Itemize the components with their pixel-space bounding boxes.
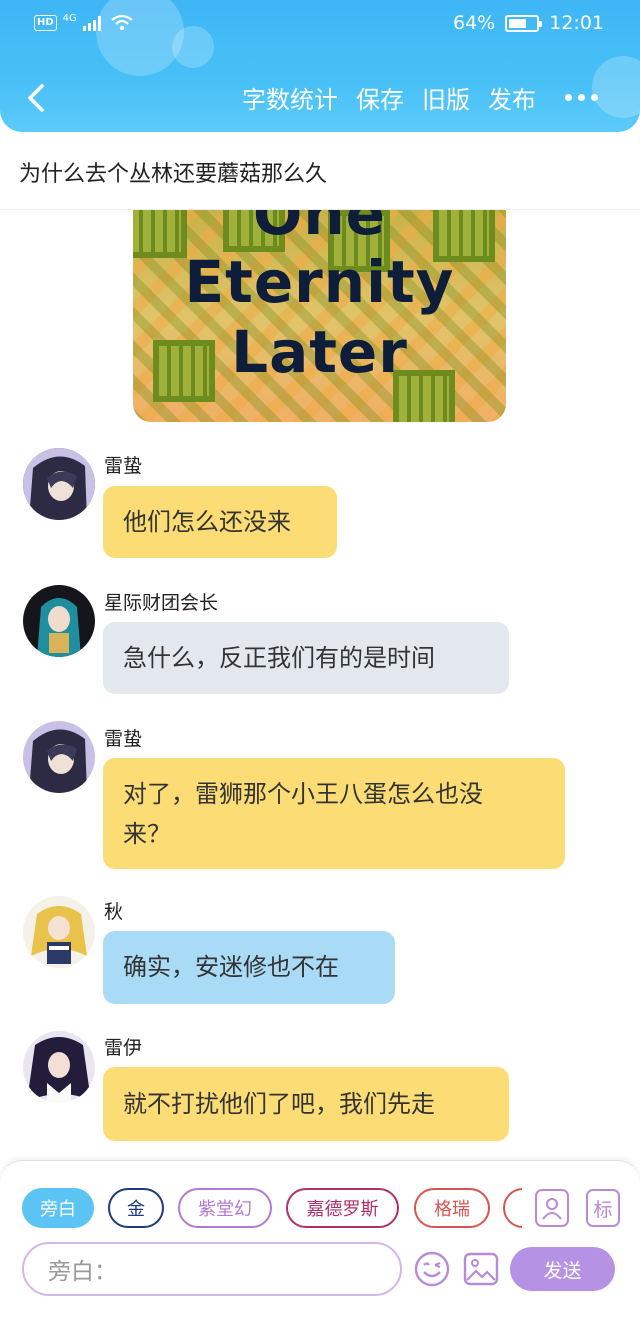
character-chip-partial[interactable] <box>503 1188 522 1228</box>
status-right: 64% 12:01 <box>453 12 604 34</box>
more-dots-icon[interactable] <box>565 94 598 101</box>
message-input[interactable]: 旁白： <box>22 1242 402 1296</box>
story-image[interactable]: One Eternity Later <box>133 210 506 422</box>
app-header: HD 4G 64% 12:01 字数统计 保存 旧版 发布 <box>0 0 640 132</box>
message-bubble[interactable]: 他们怎么还没来 <box>103 486 337 558</box>
image-caption-line: Eternity <box>184 248 455 316</box>
image-caption-line: Later <box>231 318 408 386</box>
clock: 12:01 <box>549 12 604 34</box>
composer-panel: 旁白 金 紫堂幻 嘉德罗斯 格瑞 标 旁白： 发送 <box>0 1160 640 1330</box>
avatar-black-haired-character <box>23 1031 95 1103</box>
story-title-row[interactable]: 为什么去个丛林还要蘑菇那么久 <box>0 132 640 210</box>
chip-label: 金 <box>127 1199 145 1220</box>
message-text: 就不打扰他们了吧，我们先走 <box>123 1090 435 1118</box>
chip-label: 紫堂幻 <box>198 1199 252 1220</box>
message-bubble[interactable]: 就不打扰他们了吧，我们先走 <box>103 1067 509 1141</box>
old-version-button[interactable]: 旧版 <box>422 80 470 115</box>
sender-name: 雷伊 <box>104 1037 143 1059</box>
image-icon[interactable] <box>463 1252 499 1286</box>
status-left: HD 4G <box>34 13 133 31</box>
word-count-button[interactable]: 字数统计 <box>242 80 338 115</box>
character-chip-jiadeluosi[interactable]: 嘉德罗斯 <box>286 1188 399 1228</box>
tag-label: 标 <box>593 1198 613 1221</box>
character-chip-gerui[interactable]: 格瑞 <box>414 1188 490 1228</box>
person-card-icon[interactable] <box>535 1189 569 1227</box>
battery-icon <box>505 14 543 32</box>
save-button[interactable]: 保存 <box>356 80 404 115</box>
avatar-blonde-character <box>23 896 95 968</box>
signal-label: 4G <box>62 13 77 24</box>
avatar[interactable] <box>23 896 95 968</box>
avatar[interactable] <box>23 1031 95 1103</box>
person-glyph <box>542 1198 562 1220</box>
message-bubble[interactable]: 急什么，反正我们有的是时间 <box>103 622 509 694</box>
nav-actions: 字数统计 保存 旧版 发布 <box>242 80 536 115</box>
signal-icon <box>82 15 101 31</box>
chip-label: 旁白 <box>40 1199 76 1220</box>
status-bar: HD 4G 64% 12:01 <box>0 0 640 50</box>
avatar[interactable] <box>23 448 95 520</box>
character-chip-jin[interactable]: 金 <box>108 1188 164 1228</box>
hd-badge: HD <box>34 14 57 31</box>
image-caption-line: One <box>253 210 386 248</box>
chip-label: 格瑞 <box>434 1199 470 1220</box>
sender-name: 雷蛰 <box>104 728 143 750</box>
avatar-dark-haired-character <box>23 721 95 793</box>
publish-button[interactable]: 发布 <box>488 80 536 115</box>
nav-bar: 字数统计 保存 旧版 发布 <box>0 70 640 126</box>
sender-name: 秋 <box>104 901 124 923</box>
character-chip-zitanghuan[interactable]: 紫堂幻 <box>178 1188 272 1228</box>
character-chip-row[interactable]: 旁白 金 紫堂幻 嘉德罗斯 格瑞 <box>22 1188 522 1230</box>
message-text-line: 对了，雷狮那个小王八蛋怎么也没 <box>123 780 483 808</box>
wifi-icon <box>111 14 133 31</box>
battery-percent: 64% <box>453 12 496 34</box>
avatar[interactable] <box>23 721 95 793</box>
send-button[interactable]: 发送 <box>510 1247 615 1291</box>
avatar-teal-haired-character <box>23 585 95 657</box>
message-text-line: 来？ <box>123 820 171 848</box>
message-text: 他们怎么还没来 <box>123 508 291 536</box>
tag-button[interactable]: 标 <box>586 1189 620 1227</box>
dot <box>591 94 598 101</box>
chevron-left-icon[interactable] <box>20 78 60 118</box>
message-text: 确实，安迷修也不在 <box>123 953 339 981</box>
message-text: 急什么，反正我们有的是时间 <box>123 644 435 672</box>
battery-fill <box>509 18 527 28</box>
character-chip-narrator[interactable]: 旁白 <box>22 1188 94 1228</box>
sender-name: 星际财团会长 <box>104 592 219 614</box>
avatar-dark-haired-character <box>23 448 95 520</box>
dot <box>565 94 572 101</box>
story-title: 为什么去个丛林还要蘑菇那么久 <box>19 162 328 187</box>
avatar[interactable] <box>23 585 95 657</box>
sender-name: 雷蛰 <box>104 455 143 477</box>
input-placeholder: 旁白： <box>48 1259 117 1285</box>
message-bubble[interactable]: 确实，安迷修也不在 <box>103 931 395 1004</box>
dot <box>578 94 585 101</box>
send-label: 发送 <box>543 1259 582 1282</box>
emoji-wink-icon[interactable] <box>414 1251 450 1287</box>
message-bubble[interactable]: 对了，雷狮那个小王八蛋怎么也没 来？ <box>103 758 565 869</box>
chip-label: 嘉德罗斯 <box>306 1199 379 1220</box>
